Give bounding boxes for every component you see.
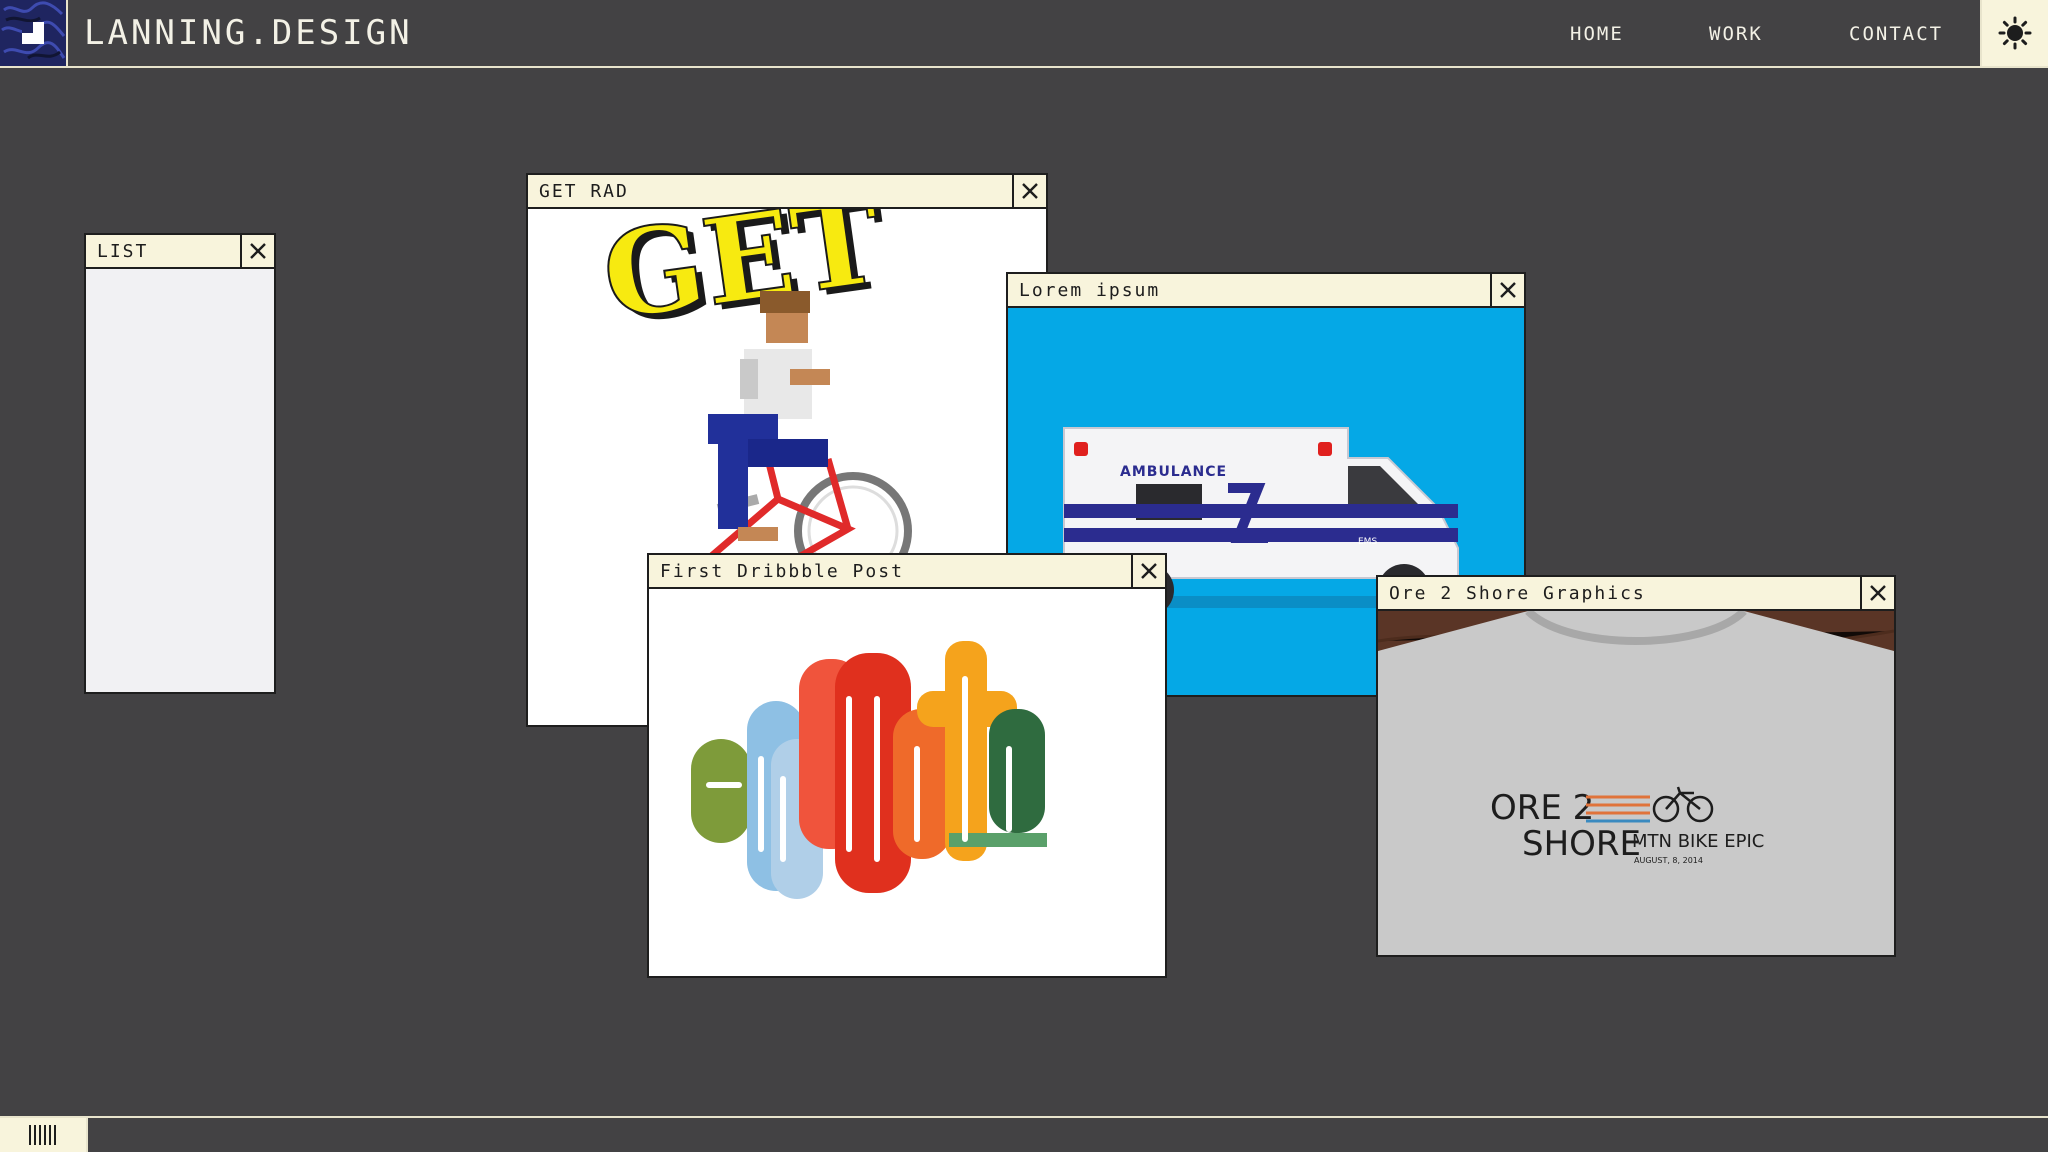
- get-headline: GET: [595, 209, 890, 347]
- close-icon[interactable]: [1131, 555, 1165, 587]
- ambulance-label: AMBULANCE: [1120, 464, 1227, 480]
- window-titlebar[interactable]: LIST: [86, 235, 274, 269]
- close-icon[interactable]: [240, 235, 274, 267]
- nav-work[interactable]: WORK: [1709, 0, 1763, 66]
- window-title: First Dribbble Post: [660, 561, 904, 582]
- close-icon[interactable]: [1012, 175, 1046, 207]
- first-dribbble-window[interactable]: First Dribbble Post: [647, 553, 1167, 978]
- window-titlebar[interactable]: First Dribbble Post: [649, 555, 1165, 589]
- nav-contact[interactable]: CONTACT: [1849, 0, 1943, 66]
- list-window-body: [86, 269, 274, 692]
- close-icon[interactable]: [1860, 577, 1894, 609]
- sun-icon: [1998, 16, 2032, 50]
- ore-event: MTN BIKE EPIC: [1632, 831, 1764, 852]
- ore-2-shore-window[interactable]: Ore 2 Shore Graphics ORE 2 SHORE MTN BIK…: [1376, 575, 1896, 957]
- barcode-menu-icon[interactable]: [0, 1118, 88, 1152]
- tshirt-illustration: [1378, 611, 1894, 955]
- list-window[interactable]: LIST: [84, 233, 276, 694]
- efaith-lettering: [691, 641, 1047, 899]
- window-title: Ore 2 Shore Graphics: [1389, 583, 1646, 604]
- window-titlebar[interactable]: GET RAD: [528, 175, 1046, 209]
- ore-line1: ORE 2: [1490, 788, 1594, 828]
- window-titlebar[interactable]: Ore 2 Shore Graphics: [1378, 577, 1894, 611]
- window-title: GET RAD: [539, 181, 629, 202]
- tshirt-artwork: ORE 2 SHORE MTN BIKE EPIC AUGUST, 8, 201…: [1378, 611, 1894, 955]
- site-title[interactable]: LANNING.DESIGN: [84, 12, 413, 54]
- window-titlebar[interactable]: Lorem ipsum: [1008, 274, 1524, 308]
- window-title: Lorem ipsum: [1019, 280, 1161, 301]
- window-title: LIST: [97, 241, 149, 262]
- ore-date: AUGUST, 8, 2014: [1634, 856, 1703, 865]
- theme-toggle-button[interactable]: [1980, 0, 2048, 66]
- efaith-artwork: [649, 589, 1165, 976]
- top-bar: LANNING.DESIGN HOME WORK CONTACT: [0, 0, 2048, 68]
- logo-mark-icon[interactable]: [0, 0, 68, 66]
- ore-line2: SHORE: [1522, 824, 1641, 864]
- ambulance-tag: EMS: [1358, 537, 1377, 547]
- taskbar: [0, 1116, 2048, 1152]
- nav-home[interactable]: HOME: [1570, 0, 1624, 66]
- close-icon[interactable]: [1490, 274, 1524, 306]
